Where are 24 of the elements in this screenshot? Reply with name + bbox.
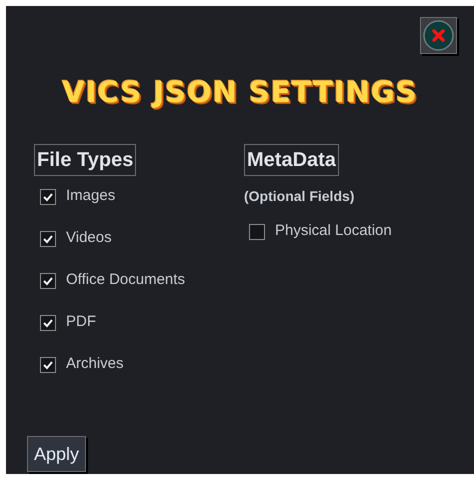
- checkbox-label: Images: [66, 186, 116, 206]
- checkbox[interactable]: [249, 224, 265, 240]
- section-heading: MetaData: [244, 144, 339, 176]
- check-icon: [42, 358, 54, 370]
- checkbox[interactable]: [40, 230, 56, 246]
- apply-button[interactable]: Apply: [27, 436, 86, 472]
- checkbox-label: Physical Location: [275, 221, 392, 242]
- close-icon: [423, 20, 454, 51]
- checkbox[interactable]: [40, 356, 56, 372]
- check-icon: [42, 274, 54, 286]
- dialog-title: VICS JSON SETTINGS: [62, 74, 418, 110]
- check-icon: [42, 190, 54, 202]
- check-icon: [42, 316, 54, 328]
- checkbox-label: Archives: [66, 354, 124, 374]
- checkbox-label: Videos: [66, 228, 112, 248]
- section-note: (Optional Fields): [244, 187, 356, 206]
- checkbox[interactable]: [40, 188, 56, 204]
- check-icon: [42, 232, 54, 244]
- close-button[interactable]: [420, 17, 457, 54]
- checkbox-label: Office Documents: [66, 270, 185, 290]
- checkbox[interactable]: [40, 314, 56, 330]
- section-heading: File Types: [34, 144, 136, 176]
- checkbox-label: PDF: [66, 312, 96, 332]
- checkbox[interactable]: [40, 272, 56, 288]
